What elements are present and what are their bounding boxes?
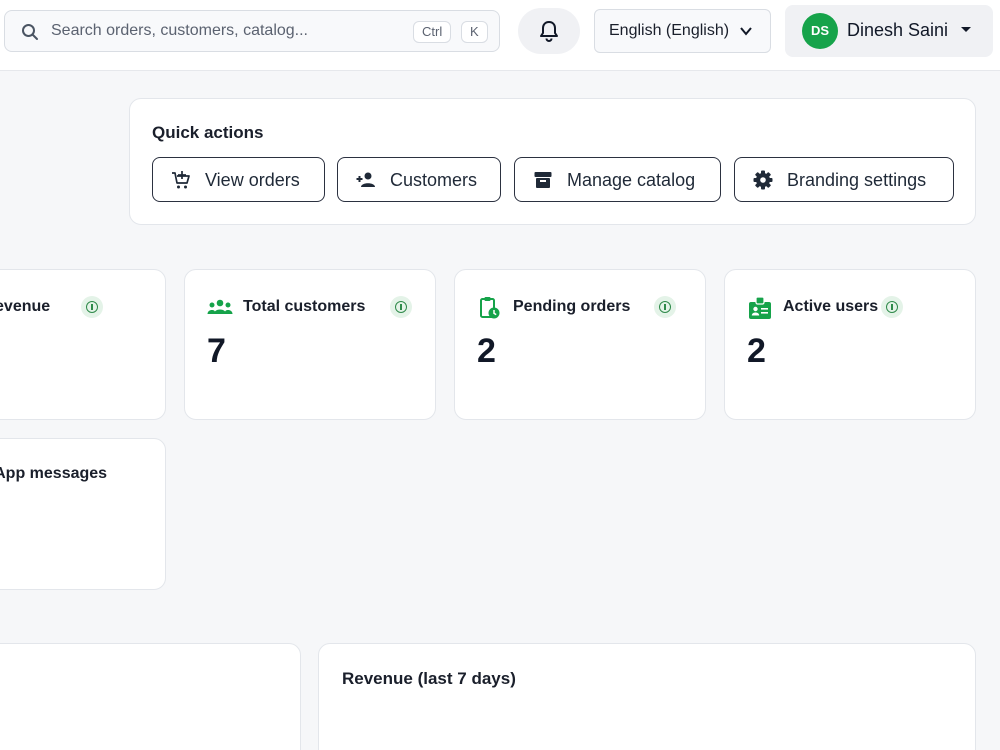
info-icon[interactable]: [390, 296, 412, 318]
stat-card-pending-orders: Pending orders 2: [454, 269, 706, 420]
cart-icon: [172, 171, 190, 189]
language-select[interactable]: English (English): [594, 9, 771, 53]
archive-icon: [534, 172, 552, 188]
add-person-icon: [356, 172, 375, 187]
quick-actions-title: Quick actions: [152, 123, 264, 142]
customers-label: Customers: [390, 170, 478, 190]
chart-card-left: [0, 643, 301, 750]
stat-value: 7: [207, 332, 226, 370]
clipboard-clock-icon: [480, 297, 500, 319]
search-icon: [22, 24, 38, 40]
manage-catalog-label: Manage catalog: [567, 170, 696, 190]
language-value: English (English): [609, 22, 730, 39]
stat-label: Pending orders: [513, 298, 631, 315]
view-orders-button[interactable]: View orders: [152, 157, 325, 202]
manage-catalog-button[interactable]: Manage catalog: [514, 157, 721, 202]
notifications-button[interactable]: [518, 8, 580, 54]
gear-icon: [753, 170, 773, 190]
stat-card-whatsapp-messages: atsApp messages: [0, 438, 166, 590]
info-icon[interactable]: [881, 296, 903, 318]
bell-icon: [540, 21, 558, 42]
revenue-chart-card: Revenue (last 7 days): [318, 643, 976, 750]
stat-card-total-revenue: al revenue: [0, 269, 166, 420]
group-icon: [207, 299, 233, 314]
customers-button[interactable]: Customers: [337, 157, 501, 202]
info-icon[interactable]: [81, 296, 103, 318]
shortcut-ctrl-key: Ctrl: [413, 21, 452, 43]
branding-settings-button[interactable]: Branding settings: [734, 157, 954, 202]
avatar: DS: [802, 13, 838, 49]
search-input[interactable]: Search orders, customers, catalog... Ctr…: [4, 10, 500, 52]
stat-value: 2: [477, 332, 496, 370]
view-orders-label: View orders: [205, 170, 300, 190]
stat-value: 2: [747, 332, 766, 370]
stat-label: Active users: [783, 298, 879, 315]
stat-label: Total customers: [243, 298, 366, 315]
stat-label: al revenue: [0, 298, 51, 315]
user-name: Dinesh Saini: [847, 20, 949, 40]
search-placeholder: Search orders, customers, catalog...: [51, 22, 308, 39]
branding-settings-label: Branding settings: [787, 170, 927, 190]
revenue-chart-title: Revenue (last 7 days): [342, 669, 516, 688]
top-bar: Search orders, customers, catalog... Ctr…: [0, 0, 1000, 71]
user-menu[interactable]: DS Dinesh Saini: [785, 5, 993, 57]
caret-down-icon: [961, 27, 971, 32]
stat-card-total-customers: Total customers 7: [184, 269, 436, 420]
stat-label: atsApp messages: [0, 465, 108, 482]
shortcut-k-key: K: [461, 21, 488, 43]
info-icon[interactable]: [654, 296, 676, 318]
stat-card-active-users: Active users 2: [724, 269, 976, 420]
quick-actions-card: Quick actions View orders Customers Mana…: [129, 98, 976, 225]
id-badge-icon: [749, 296, 771, 319]
chevron-down-icon: [740, 27, 752, 36]
